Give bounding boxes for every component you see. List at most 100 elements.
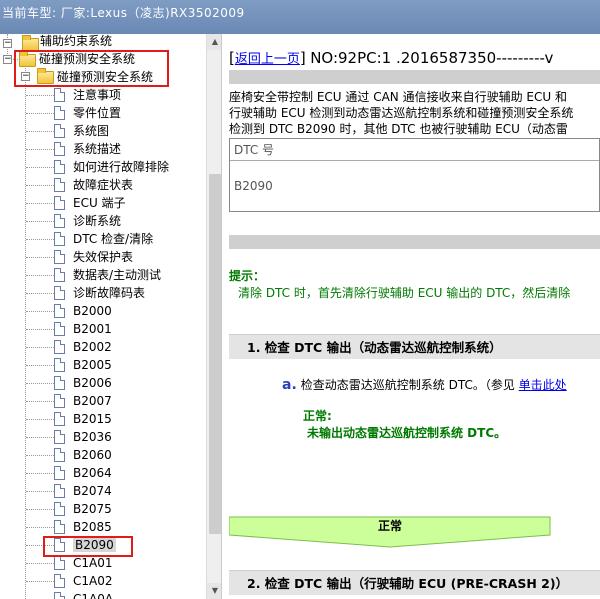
document-icon xyxy=(54,232,65,246)
click-here-link[interactable]: 单击此处 xyxy=(519,378,567,392)
tree-connector xyxy=(26,113,54,114)
tree-connector xyxy=(26,275,54,276)
tree-item-b2074[interactable]: B2074 xyxy=(73,482,112,500)
tree-item-dtc[interactable]: DTC 检查/清除 xyxy=(73,230,153,248)
scrollbar-thumb[interactable] xyxy=(209,174,221,534)
tree-item-b2005[interactable]: B2005 xyxy=(73,356,112,374)
tree-item-c1a0a[interactable]: C1A0A xyxy=(73,590,113,599)
tree-item-label: 数据表/主动测试 xyxy=(73,268,162,282)
section-divider xyxy=(229,235,600,249)
document-icon xyxy=(54,556,65,570)
tree-item-srs[interactable]: 辅助约束系统 xyxy=(40,34,112,50)
tree-connector xyxy=(26,383,54,384)
document-icon xyxy=(54,286,65,300)
tree-item-[interactable]: 诊断故障码表 xyxy=(73,284,145,302)
tree-item-label: B2006 xyxy=(73,376,112,390)
document-icon xyxy=(54,268,65,282)
tree-item-[interactable]: 如何进行故障排除 xyxy=(73,158,169,176)
sub-step-letter: a. xyxy=(282,377,297,393)
tree-item-[interactable]: 系统图 xyxy=(73,122,109,140)
tree-item-b2015[interactable]: B2015 xyxy=(73,410,112,428)
scroll-up-icon[interactable]: ▲ xyxy=(207,34,221,50)
dtc-table-cell: B2090 xyxy=(234,179,273,193)
document-icon xyxy=(54,142,65,156)
tree-item-b2007[interactable]: B2007 xyxy=(73,392,112,410)
tree-item-[interactable]: 数据表/主动测试 xyxy=(73,266,161,284)
tree-item-[interactable]: 零件位置 xyxy=(73,104,121,122)
scroll-down-icon[interactable]: ▼ xyxy=(207,583,221,599)
tree-item-b2000[interactable]: B2000 xyxy=(73,302,112,320)
document-icon xyxy=(54,412,65,426)
tree-item-label: ECU 端子 xyxy=(73,196,126,210)
tree-item-label: B2015 xyxy=(73,412,112,426)
tree-item-label: DTC 检查/清除 xyxy=(73,232,154,246)
document-icon xyxy=(54,394,65,408)
tree-item-b2001[interactable]: B2001 xyxy=(73,320,112,338)
document-icon xyxy=(54,304,65,318)
tree-connector xyxy=(26,131,54,132)
document-icon xyxy=(54,358,65,372)
paragraph-line: 检测到 DTC B2090 时，其他 DTC 也被行驶辅助 ECU（动态雷 xyxy=(229,122,568,136)
result-arrow-normal[interactable]: 正常 xyxy=(229,516,551,548)
tree-item-[interactable]: 注意事项 xyxy=(73,86,121,104)
document-icon xyxy=(54,124,65,138)
tree-item-label: 零件位置 xyxy=(73,106,122,120)
tree-connector xyxy=(26,221,54,222)
tree-connector xyxy=(26,329,54,330)
tree-toggle-collapse[interactable]: − xyxy=(3,55,12,64)
tree-connector xyxy=(26,293,54,294)
paragraph-line: 座椅安全带控制 ECU 通过 CAN 通信接收来自行驶辅助 ECU 和 xyxy=(229,90,567,104)
tree-item-label: 注意事项 xyxy=(73,88,122,102)
back-link[interactable]: 返回上一页 xyxy=(235,52,300,67)
document-icon xyxy=(54,250,65,264)
tree-item-label: 系统描述 xyxy=(73,142,122,156)
tree-item-[interactable]: 系统描述 xyxy=(73,140,121,158)
document-icon xyxy=(54,322,65,336)
document-icon xyxy=(54,484,65,498)
tree-item-label: 诊断故障码表 xyxy=(73,286,146,300)
tree-item-label: B2007 xyxy=(73,394,112,408)
tree-connector xyxy=(26,401,54,402)
step-1-header: 1. 检查 DTC 输出（动态雷达巡航控制系统） xyxy=(229,334,600,359)
hint-title: 提示： xyxy=(229,269,266,283)
tree-item-label: B2002 xyxy=(73,340,112,354)
document-icon xyxy=(54,430,65,444)
paragraph-line: 行驶辅助 ECU 检测到动态雷达巡航控制系统和碰撞预测安全系统 xyxy=(229,106,574,120)
hint-text: 清除 DTC 时，首先清除行驶辅助 ECU 输出的 DTC，然后清除 xyxy=(238,286,571,300)
tree-item-label: 如何进行故障排除 xyxy=(73,160,170,174)
tree-item-[interactable]: 诊断系统 xyxy=(73,212,121,230)
tree-item-[interactable]: 失效保护表 xyxy=(73,248,133,266)
tree-list: − 辅助约束系统 − 碰撞预测安全系统 − 碰撞预测安全系统 注意事项 零件位置系… xyxy=(0,34,206,599)
tree-connector xyxy=(26,473,54,474)
description-paragraph: 座椅安全带控制 ECU 通过 CAN 通信接收来自行驶辅助 ECU 和 行驶辅助… xyxy=(229,89,600,137)
tree-item-label: C1A0A xyxy=(73,592,114,599)
tree-item-b2036[interactable]: B2036 xyxy=(73,428,112,446)
tree-connector xyxy=(26,311,54,312)
document-icon xyxy=(54,196,65,210)
document-icon xyxy=(54,160,65,174)
current-vehicle-label: 当前车型: 厂家:Lexus（凌志)RX3502009 xyxy=(2,6,245,20)
tree-scrollbar[interactable]: ▲ ▼ xyxy=(206,34,221,599)
highlight-box-b2090 xyxy=(43,536,133,557)
tree-item-[interactable]: 故障症状表 xyxy=(73,176,133,194)
dtc-table-header: DTC 号 xyxy=(230,139,599,161)
tree-item-b2006[interactable]: B2006 xyxy=(73,374,112,392)
tree-item-c1a02[interactable]: C1A02 xyxy=(73,572,113,590)
highlight-box-folder xyxy=(14,50,169,87)
tree-item-b2064[interactable]: B2064 xyxy=(73,464,112,482)
tree-item-b2060[interactable]: B2060 xyxy=(73,446,112,464)
step-2-header: 2. 检查 DTC 输出（行驶辅助 ECU (PRE-CRASH 2)） xyxy=(229,570,600,595)
tree-item-b2002[interactable]: B2002 xyxy=(73,338,112,356)
tree-item-label: C1A02 xyxy=(73,574,113,588)
tree-item-ecu[interactable]: ECU 端子 xyxy=(73,194,126,212)
tree-toggle-collapse[interactable]: − xyxy=(3,39,12,48)
tree-connector xyxy=(26,185,54,186)
dtc-table: DTC 号 B2090 xyxy=(229,138,600,212)
tree-connector xyxy=(26,581,54,582)
tree-connector xyxy=(26,563,54,564)
nav-row: [返回上一页] NO:92PC:1 .2016587350---------v xyxy=(229,49,554,67)
tree-item-b2075[interactable]: B2075 xyxy=(73,500,112,518)
tree-connector xyxy=(26,167,54,168)
tree-item-b2085[interactable]: B2085 xyxy=(73,518,112,536)
tree-connector xyxy=(26,365,54,366)
